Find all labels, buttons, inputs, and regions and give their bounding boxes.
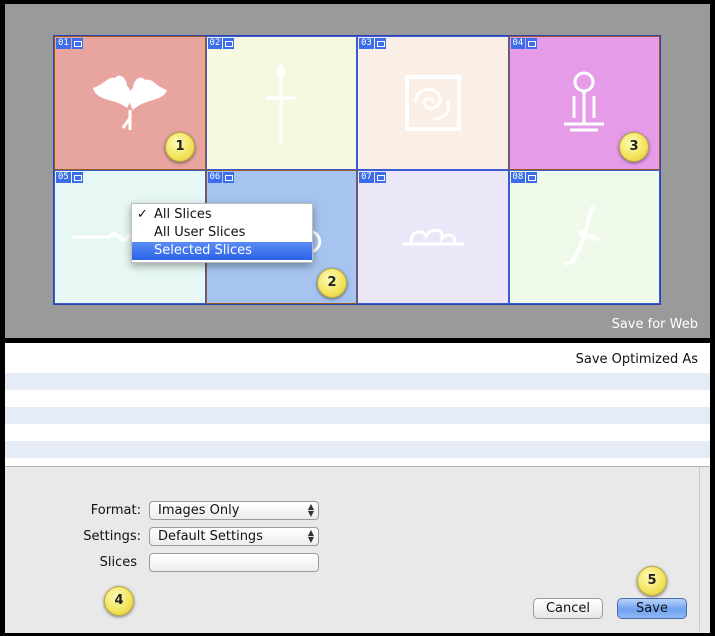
slice-number: 02 <box>207 38 223 49</box>
image-slice-icon <box>374 38 386 49</box>
fleur-de-lis-icon <box>564 71 605 132</box>
slice-tag: 02 <box>207 38 235 49</box>
slice-number: 08 <box>510 172 526 183</box>
slice-number: 01 <box>56 38 71 49</box>
callout-5: 5 <box>637 566 667 596</box>
settings-value: Default Settings <box>158 529 263 544</box>
small-swirl-icon <box>401 228 464 246</box>
slice-number: 06 <box>207 172 223 183</box>
slice-number: 07 <box>359 172 374 183</box>
slice-tag: 03 <box>359 38 386 49</box>
save-button[interactable]: Save <box>617 598 687 619</box>
image-slice-icon <box>223 172 235 183</box>
format-popup[interactable]: Images Only ▲ ▼ <box>149 501 319 520</box>
slice-tag: 05 <box>56 172 83 183</box>
leaves-icon <box>92 75 167 130</box>
format-value: Images Only <box>158 503 240 518</box>
list-row[interactable] <box>5 373 710 390</box>
cancel-button[interactable]: Cancel <box>533 598 603 619</box>
image-slice-icon <box>71 38 83 49</box>
settings-label: Settings: <box>83 529 141 544</box>
checkmark-icon: ✓ <box>137 207 148 222</box>
slice-tag: 04 <box>510 38 538 49</box>
callout-3: 3 <box>619 132 649 162</box>
menu-item-label: All Slices <box>154 207 212 222</box>
callout-2: 2 <box>317 268 347 298</box>
list-row[interactable] <box>5 390 710 407</box>
menu-item-selected-slices[interactable]: Selected Slices <box>132 242 312 260</box>
callout-4: 4 <box>104 586 134 616</box>
image-slice-icon <box>526 38 538 49</box>
slices-label: Slices <box>99 555 137 570</box>
slice-08[interactable]: 08 <box>508 170 660 304</box>
list-row[interactable] <box>5 441 710 458</box>
slice-grid: 01 02 03 04 05 06 07 08 <box>53 35 661 305</box>
panel-caption: Save for Web <box>611 317 698 332</box>
slice-tag: 07 <box>359 172 386 183</box>
popup-arrows-icon: ▲ ▼ <box>307 528 314 544</box>
menu-item-all-slices[interactable]: ✓ All Slices <box>132 206 312 224</box>
settings-popup[interactable]: Default Settings ▲ ▼ <box>149 527 319 546</box>
image-slice-icon <box>71 172 83 183</box>
image-slice-icon <box>223 38 235 49</box>
slice-number: 04 <box>510 38 526 49</box>
image-slice-icon <box>374 172 386 183</box>
image-slice-icon <box>526 172 538 183</box>
slice-tag: 01 <box>56 38 83 49</box>
save-for-web-preview: 01 02 03 04 05 06 07 08 1 2 3 Save for W… <box>5 4 710 338</box>
ornate-square-icon <box>404 75 461 131</box>
list-row[interactable] <box>5 424 710 441</box>
slice-number: 03 <box>359 38 374 49</box>
menu-item-all-user-slices[interactable]: All User Slices <box>132 224 312 242</box>
slice-number: 05 <box>56 172 71 183</box>
slice-tag: 08 <box>510 172 538 183</box>
slice-02[interactable]: 02 <box>205 36 357 170</box>
slices-dropdown-menu[interactable]: ✓ All Slices All User Slices Selected Sl… <box>131 203 313 263</box>
sword-flourish-icon <box>563 205 600 266</box>
slice-07[interactable]: 07 <box>357 170 509 304</box>
slice-03[interactable]: 03 <box>357 36 509 170</box>
slices-popup[interactable] <box>149 553 319 572</box>
popup-arrows-icon: ▲ ▼ <box>307 502 314 518</box>
callout-1: 1 <box>165 132 195 162</box>
menu-item-label: All User Slices <box>154 225 246 240</box>
menu-item-label: Selected Slices <box>154 243 252 258</box>
dialog-title: Save Optimized As <box>575 352 698 367</box>
slice-tag: 06 <box>207 172 235 183</box>
list-row[interactable] <box>5 407 710 424</box>
cross-flourish-icon <box>266 63 297 143</box>
format-label: Format: <box>90 503 141 518</box>
